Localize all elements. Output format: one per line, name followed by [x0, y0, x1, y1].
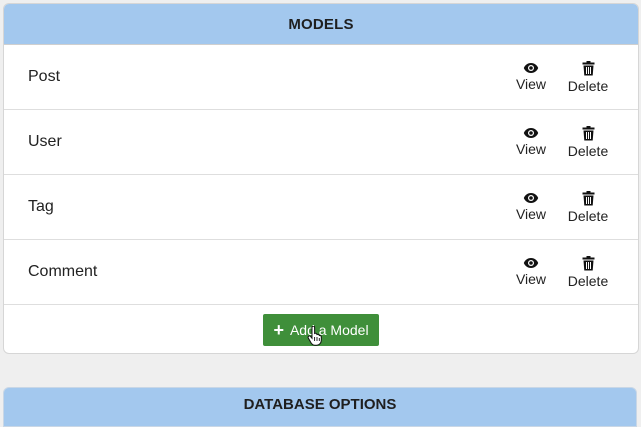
trash-icon [582, 190, 594, 205]
model-name: Tag [28, 198, 54, 215]
model-row-user: User View Delete [4, 110, 638, 175]
eye-icon [523, 258, 539, 268]
view-button[interactable]: View [514, 257, 548, 287]
view-label: View [515, 141, 547, 157]
models-panel-title: MODELS [288, 15, 354, 33]
delete-button[interactable]: Delete [566, 60, 610, 94]
view-label: View [515, 271, 547, 287]
trash-icon [582, 125, 594, 140]
models-panel-header: MODELS [4, 4, 638, 45]
model-name: Post [28, 68, 61, 85]
models-panel: MODELS Post View Delete User View Delete… [3, 3, 639, 354]
delete-label: Delete [567, 77, 609, 94]
eye-icon [523, 193, 539, 203]
delete-label: Delete [567, 142, 609, 159]
trash-icon [582, 60, 594, 75]
database-options-panel-header: DATABASE OPTIONS [3, 387, 637, 427]
model-row-tag: Tag View Delete [4, 175, 638, 240]
add-model-button[interactable]: + Add a Model [263, 313, 379, 346]
eye-icon [523, 128, 539, 138]
model-row-post: Post View Delete [4, 45, 638, 110]
model-actions: View Delete [514, 110, 610, 174]
view-button[interactable]: View [514, 62, 548, 92]
model-actions: View Delete [514, 240, 610, 304]
model-name: User [28, 133, 62, 150]
database-options-title: DATABASE OPTIONS [243, 395, 397, 413]
model-actions: View Delete [514, 175, 610, 239]
models-panel-footer: + Add a Model [4, 305, 638, 352]
delete-label: Delete [567, 207, 609, 224]
model-actions: View Delete [514, 45, 610, 109]
trash-icon [582, 255, 594, 270]
add-model-label: Add a Model [289, 321, 369, 338]
view-button[interactable]: View [514, 127, 548, 157]
plus-icon: + [273, 319, 284, 340]
delete-button[interactable]: Delete [566, 190, 610, 224]
eye-icon [523, 63, 539, 73]
delete-label: Delete [567, 272, 609, 289]
view-label: View [515, 76, 547, 92]
delete-button[interactable]: Delete [566, 125, 610, 159]
model-row-comment: Comment View Delete [4, 240, 638, 305]
model-name: Comment [28, 263, 98, 280]
view-button[interactable]: View [514, 192, 548, 222]
delete-button[interactable]: Delete [566, 255, 610, 289]
hand-pointer-cursor-icon [308, 325, 323, 346]
view-label: View [515, 206, 547, 222]
